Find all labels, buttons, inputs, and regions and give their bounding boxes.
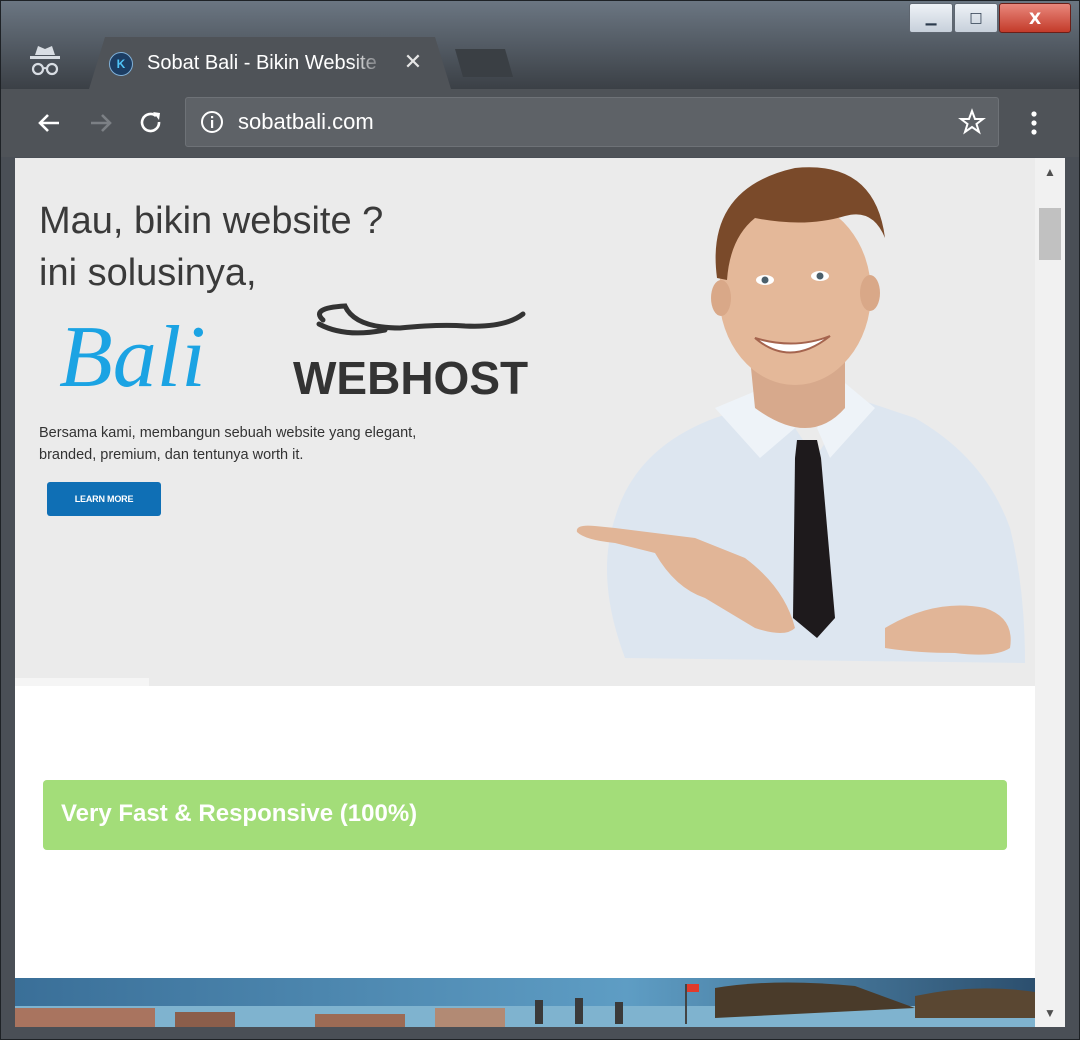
skill-progress-bar: Very Fast & Responsive (100%) <box>43 780 1007 850</box>
menu-icon[interactable] <box>1019 103 1049 143</box>
back-icon <box>38 114 59 132</box>
tagline-line2: branded, premium, dan tentunya worth it. <box>39 447 304 463</box>
window-controls: ▁ □ X <box>908 3 1071 33</box>
hero-heading-line1: Mau, bikin website ? <box>39 200 384 242</box>
hero-heading-line2: ini solusinya, <box>39 252 257 294</box>
url-text: sobatbali.com <box>238 109 374 134</box>
progress-label: Very Fast & Responsive (100%) <box>61 800 418 827</box>
bali-webhost-logo: Bali WEBHOST <box>59 303 528 406</box>
browser-toolbar: sobatbali.com <box>1 89 1079 157</box>
info-icon[interactable] <box>200 110 224 134</box>
scroll-down-arrow-icon[interactable]: ▼ <box>1035 999 1065 1027</box>
beach-banner-image <box>15 978 1035 1027</box>
hero-man-image <box>576 167 1025 663</box>
browser-tab[interactable]: K Sobat Bali - Bikin Website ✕ <box>89 37 451 89</box>
forward-button[interactable] <box>81 103 121 143</box>
close-window-button[interactable]: X <box>999 3 1071 33</box>
scroll-thumb[interactable] <box>1039 208 1061 260</box>
back-button[interactable] <box>29 103 69 143</box>
hero-slider-indicator <box>15 678 149 686</box>
browser-window: ▁ □ X K Sobat Bali - Bikin Website ✕ sob… <box>0 0 1080 1040</box>
tab-close-icon[interactable]: ✕ <box>399 49 427 77</box>
maximize-button[interactable]: □ <box>954 3 998 33</box>
reload-icon <box>140 112 161 133</box>
reload-button[interactable] <box>131 103 171 143</box>
address-bar[interactable]: sobatbali.com <box>185 97 999 147</box>
page-viewport: Mau, bikin website ? ini solusinya, Bali… <box>15 158 1035 1027</box>
forward-icon <box>91 114 112 132</box>
tagline-line1: Bersama kami, membangun sebuah website y… <box>39 425 417 441</box>
vertical-scrollbar[interactable]: ▲ ▼ <box>1035 158 1065 1027</box>
site-favicon-icon: K <box>109 52 133 76</box>
hero-tagline: Bersama kami, membangun sebuah website y… <box>39 422 539 466</box>
tab-title: Sobat Bali - Bikin Website <box>147 52 377 74</box>
scroll-up-arrow-icon[interactable]: ▲ <box>1035 158 1065 186</box>
svg-text:WEBHOST: WEBHOST <box>293 352 528 404</box>
new-tab-button[interactable] <box>455 49 513 77</box>
hero-section: Mau, bikin website ? ini solusinya, Bali… <box>15 158 1035 686</box>
learn-more-button[interactable]: LEARN MORE <box>47 482 161 516</box>
minimize-button[interactable]: ▁ <box>909 3 953 33</box>
incognito-icon <box>30 46 60 76</box>
svg-text:Bali: Bali <box>59 309 206 406</box>
star-icon[interactable] <box>958 108 986 136</box>
